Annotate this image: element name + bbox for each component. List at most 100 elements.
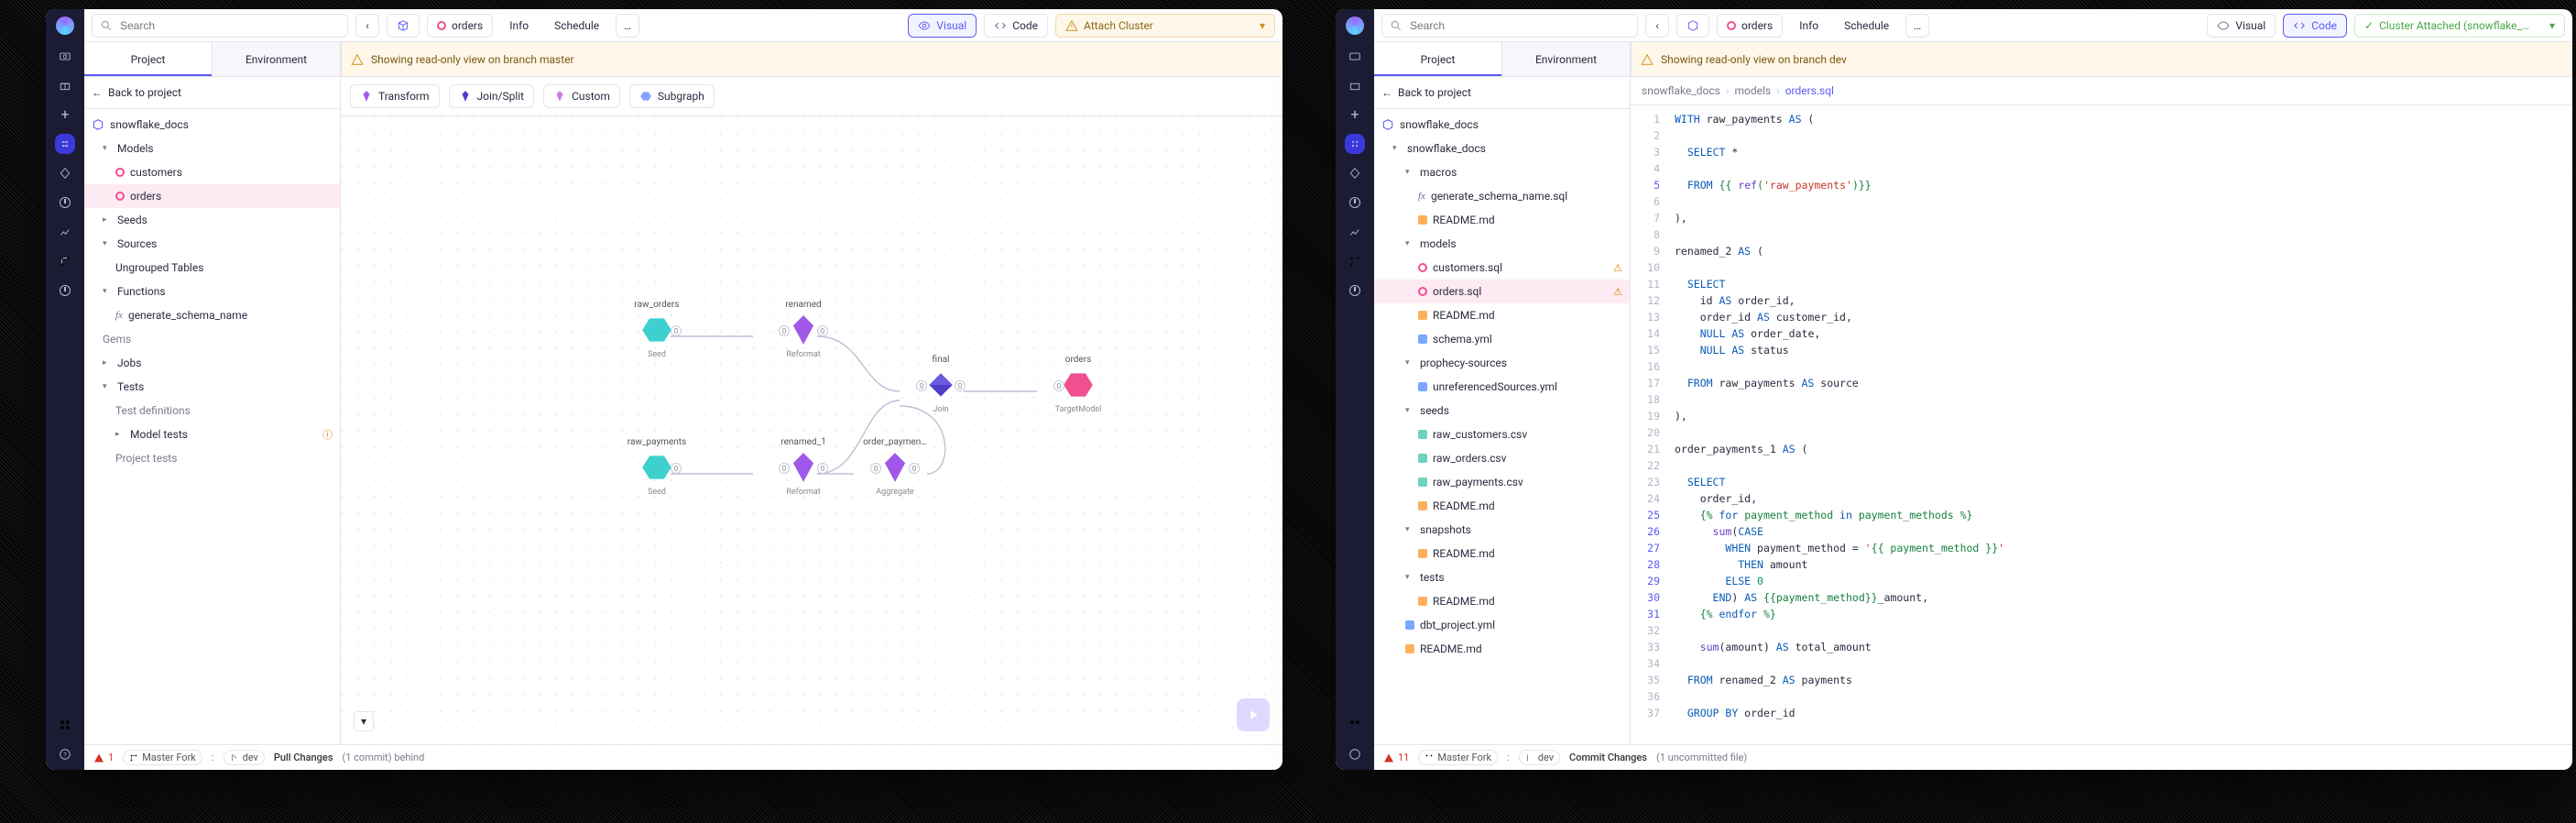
help-icon[interactable] bbox=[1347, 746, 1363, 763]
camera-icon[interactable] bbox=[1347, 48, 1363, 64]
project-root[interactable]: snowflake_docs bbox=[84, 113, 340, 137]
code-toggle[interactable]: Code bbox=[984, 14, 1048, 38]
tree-gen-schema[interactable]: fxgenerate_schema_name bbox=[84, 303, 340, 327]
tree-root[interactable]: ▾snowflake_docs bbox=[1374, 137, 1630, 160]
attach-cluster-button[interactable]: Attach Cluster ▾ bbox=[1055, 14, 1275, 38]
cluster-attached-button[interactable]: ✓ Cluster Attached (snowflake_… ▾ bbox=[2354, 14, 2565, 38]
clock-icon[interactable] bbox=[1347, 194, 1363, 211]
tree-customers[interactable]: customers bbox=[84, 160, 340, 184]
cube-button[interactable] bbox=[1676, 14, 1709, 38]
code-editor[interactable]: 1234567891011121314151617181920212223242… bbox=[1631, 105, 2572, 744]
tree-orders-sql[interactable]: orders.sql⚠ bbox=[1374, 280, 1630, 303]
tree-prophecy-sources[interactable]: ▾prophecy-sources bbox=[1374, 351, 1630, 375]
tab-project[interactable]: Project bbox=[84, 42, 213, 76]
tree-gems[interactable]: Gems bbox=[84, 327, 340, 351]
tab-schedule[interactable]: Schedule bbox=[545, 14, 608, 38]
nav-back-button[interactable]: ‹ bbox=[1645, 14, 1669, 38]
code-source[interactable]: WITH raw_payments AS ( SELECT * FROM {{ … bbox=[1667, 105, 2572, 744]
camera-icon[interactable] bbox=[57, 48, 73, 64]
code-toggle[interactable]: Code bbox=[2283, 14, 2347, 38]
visual-toggle[interactable]: Visual bbox=[2207, 14, 2276, 38]
tree-jobs[interactable]: ▸Jobs bbox=[84, 351, 340, 375]
tree-schema-yml[interactable]: schema.yml bbox=[1374, 327, 1630, 351]
app-logo-icon[interactable] bbox=[1346, 16, 1364, 35]
visual-toggle[interactable]: Visual bbox=[908, 14, 977, 38]
tree-models[interactable]: ▾Models bbox=[84, 137, 340, 160]
fork-badge[interactable]: Master Fork bbox=[1418, 750, 1498, 765]
search-input[interactable] bbox=[1381, 14, 1638, 38]
tree-orders[interactable]: orders bbox=[84, 184, 340, 208]
run-button[interactable] bbox=[1237, 698, 1270, 731]
plus-icon[interactable]: + bbox=[57, 106, 73, 123]
fork-badge[interactable]: Master Fork bbox=[123, 750, 202, 765]
canvas-collapse-button[interactable]: ▾ bbox=[354, 711, 374, 731]
tree-customers-sql[interactable]: customers.sql⚠ bbox=[1374, 256, 1630, 280]
more-button[interactable]: … bbox=[616, 14, 639, 38]
tab-project[interactable]: Project bbox=[1374, 42, 1502, 76]
grid-icon[interactable] bbox=[1347, 717, 1363, 733]
tree-sources[interactable]: ▾Sources bbox=[84, 232, 340, 256]
pull-changes-link[interactable]: Pull Changes bbox=[274, 752, 333, 763]
error-count[interactable]: 1 bbox=[93, 752, 114, 763]
node-renamed[interactable]: renamed 00 Reformat bbox=[762, 300, 845, 359]
tree-project-tests[interactable]: Project tests bbox=[84, 446, 340, 470]
metrics-icon[interactable] bbox=[57, 224, 73, 240]
tool-subgraph[interactable]: Subgraph bbox=[629, 84, 715, 108]
tab-environment[interactable]: Environment bbox=[1502, 42, 1631, 76]
history-icon[interactable] bbox=[57, 282, 73, 299]
file-tab-orders[interactable]: orders bbox=[427, 14, 493, 38]
node-renamed-1[interactable]: renamed_1 00 Reformat bbox=[762, 437, 845, 497]
tree-seeds[interactable]: ▸Seeds bbox=[84, 208, 340, 232]
crumb-1[interactable]: models bbox=[1734, 84, 1771, 97]
pipeline-icon[interactable] bbox=[57, 136, 73, 152]
nav-back-button[interactable]: ‹ bbox=[355, 14, 379, 38]
plus-icon[interactable]: + bbox=[1347, 106, 1363, 123]
tab-schedule[interactable]: Schedule bbox=[1835, 14, 1898, 38]
tool-transform[interactable]: Transform bbox=[350, 84, 440, 108]
diamond-icon[interactable] bbox=[57, 165, 73, 181]
clock-icon[interactable] bbox=[57, 194, 73, 211]
tree-ungrouped[interactable]: Ungrouped Tables bbox=[84, 256, 340, 280]
flow-canvas[interactable]: raw_orders 0 Seed renamed 00 Reformat fi… bbox=[341, 116, 1283, 744]
crumb-0[interactable]: snowflake_docs bbox=[1642, 84, 1720, 97]
error-count[interactable]: 11 bbox=[1383, 752, 1409, 763]
tree-readme-root[interactable]: README.md bbox=[1374, 637, 1630, 661]
node-order-paymen[interactable]: order_paymen… 00 Aggregate bbox=[854, 437, 936, 497]
grid-icon[interactable] bbox=[57, 717, 73, 733]
metrics-icon[interactable] bbox=[1347, 224, 1363, 240]
file-tab-orders[interactable]: orders bbox=[1717, 14, 1783, 38]
tool-custom[interactable]: Custom bbox=[543, 84, 620, 108]
diamond-icon[interactable] bbox=[1347, 165, 1363, 181]
tree-dbt-project[interactable]: dbt_project.yml bbox=[1374, 613, 1630, 637]
tool-joinsplit[interactable]: Join/Split bbox=[449, 84, 535, 108]
tree-macros[interactable]: ▾macros bbox=[1374, 160, 1630, 184]
tree-readme-3[interactable]: README.md bbox=[1374, 494, 1630, 518]
tree-model-tests[interactable]: ▸Model testsⓘ bbox=[84, 422, 340, 446]
node-raw-payments[interactable]: raw_payments 0 Seed bbox=[616, 437, 698, 497]
search-input[interactable] bbox=[92, 14, 348, 38]
tree-tests[interactable]: ▾Tests bbox=[84, 375, 340, 399]
node-final[interactable]: final 00 Join bbox=[900, 355, 982, 414]
tree-readme-2[interactable]: README.md bbox=[1374, 303, 1630, 327]
tab-info[interactable]: Info bbox=[1790, 14, 1828, 38]
tree-raw-customers-csv[interactable]: raw_customers.csv bbox=[1374, 422, 1630, 446]
project-root[interactable]: snowflake_docs bbox=[1374, 113, 1630, 137]
tree-readme-5[interactable]: README.md bbox=[1374, 589, 1630, 613]
back-to-project-link[interactable]: ← Back to project bbox=[84, 81, 340, 104]
tree-readme-4[interactable]: README.md bbox=[1374, 542, 1630, 565]
tab-info[interactable]: Info bbox=[500, 14, 538, 38]
branch-badge[interactable]: dev bbox=[1519, 750, 1560, 765]
tree-readme-1[interactable]: README.md bbox=[1374, 208, 1630, 232]
back-to-project-link[interactable]: ←Back to project bbox=[1374, 81, 1630, 104]
tab-environment[interactable]: Environment bbox=[213, 42, 341, 76]
commit-changes-link[interactable]: Commit Changes bbox=[1569, 752, 1647, 763]
tree-raw-payments-csv[interactable]: raw_payments.csv bbox=[1374, 470, 1630, 494]
crumb-2[interactable]: orders.sql bbox=[1785, 84, 1834, 97]
tree-snapshots[interactable]: ▾snapshots bbox=[1374, 518, 1630, 542]
gift-icon[interactable] bbox=[1347, 77, 1363, 93]
history-icon[interactable] bbox=[1347, 282, 1363, 299]
tree-gen-schema[interactable]: fxgenerate_schema_name.sql bbox=[1374, 184, 1630, 208]
branch-icon[interactable] bbox=[1347, 253, 1363, 269]
tree-models[interactable]: ▾models bbox=[1374, 232, 1630, 256]
branch-badge[interactable]: dev bbox=[224, 750, 265, 765]
